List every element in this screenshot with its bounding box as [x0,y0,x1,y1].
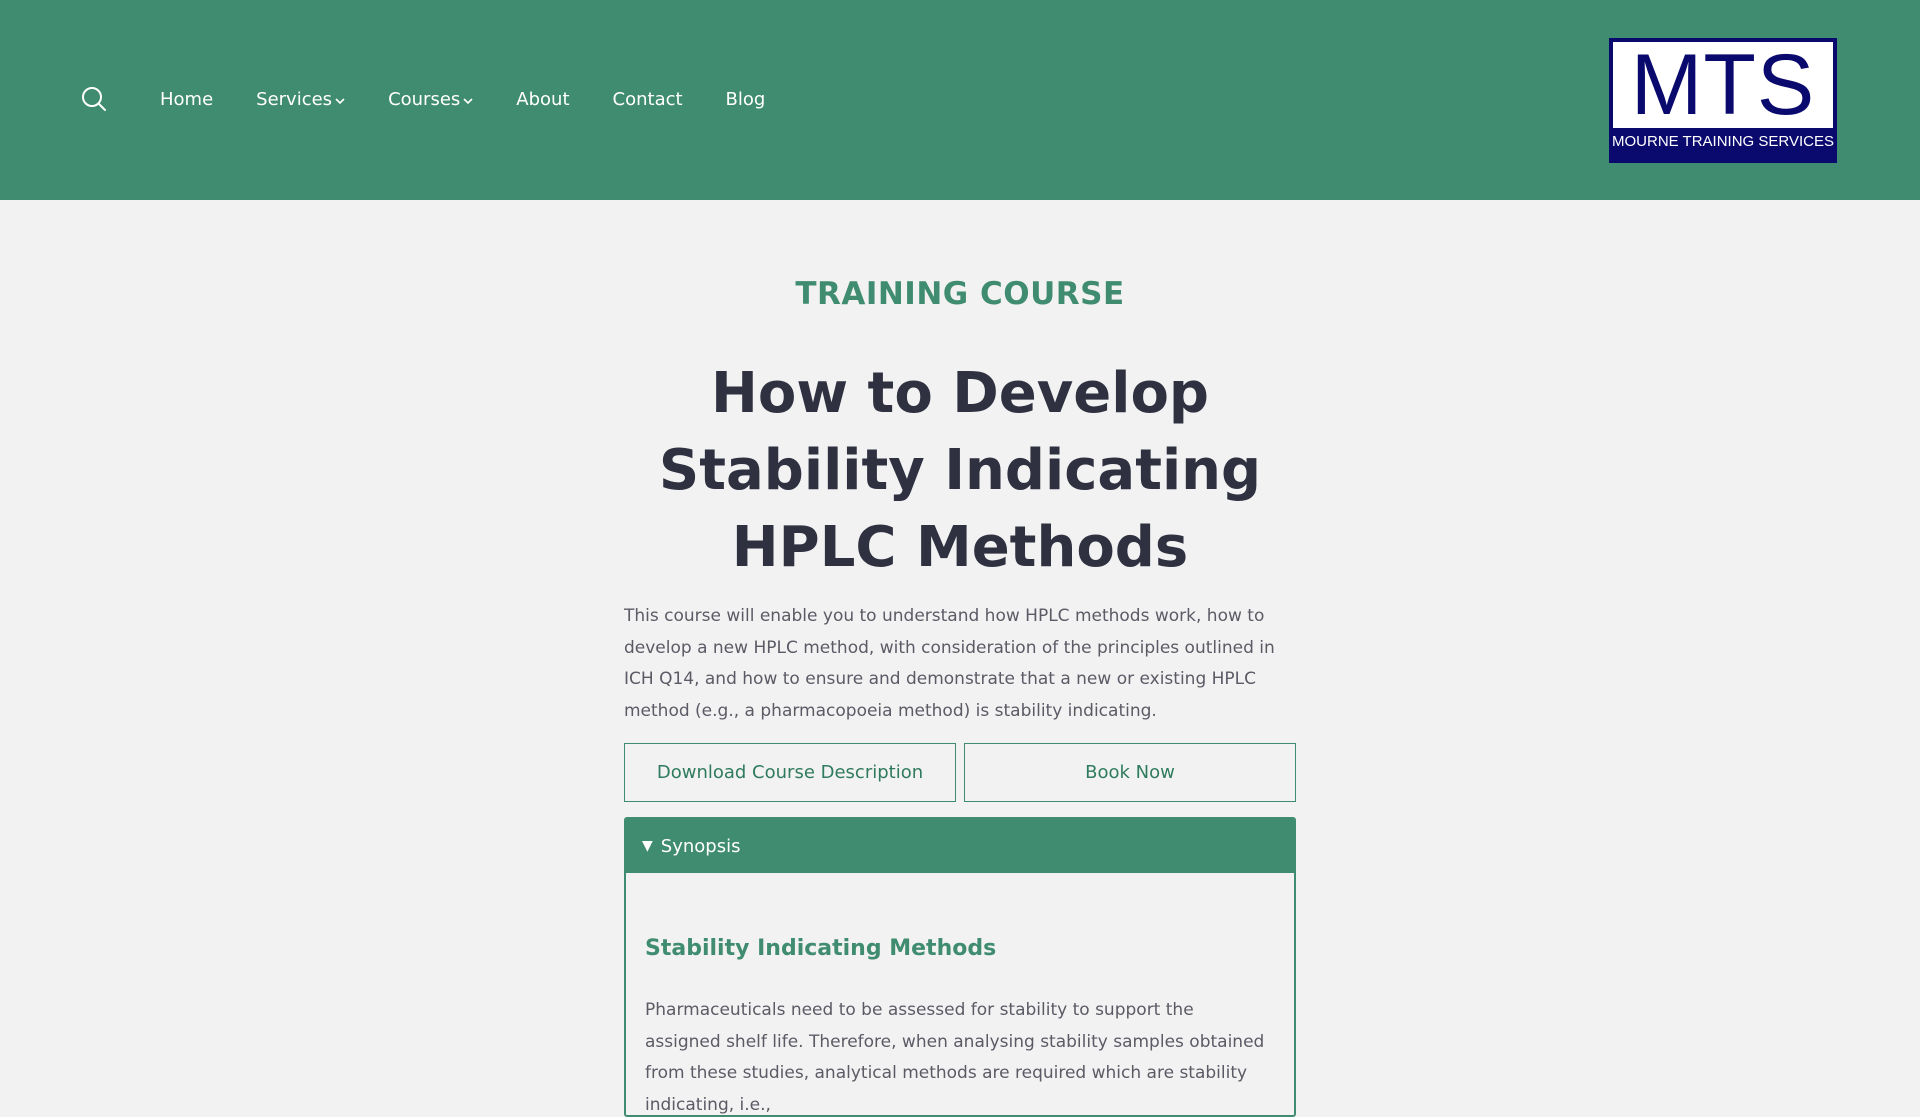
nav-contact-label: Contact [612,88,683,110]
logo-tagline: MOURNE TRAINING SERVICES [1612,133,1834,150]
search-icon [82,87,106,111]
nav-services-label: Services [256,88,333,110]
site-header: Home Services Courses About Contact Blog… [0,0,1920,200]
nav-blog[interactable]: Blog [726,89,766,110]
nav-services[interactable]: Services [256,89,345,110]
nav-blog-label: Blog [725,88,766,110]
site-logo[interactable]: MTS MOURNE TRAINING SERVICES [1609,38,1837,163]
download-course-description-button[interactable]: Download Course Description [624,743,956,802]
synopsis-toggle[interactable]: ▼ Synopsis [626,819,1294,873]
nav-home-label: Home [160,88,214,110]
main-nav: Home Services Courses About Contact Blog [160,85,808,113]
logo-mark-box: MTS [1613,42,1833,128]
synopsis-label: Synopsis [660,835,741,857]
course-eyebrow: TRAINING COURSE [795,276,1125,312]
chevron-down-icon [463,98,473,105]
logo-mark: MTS [1630,37,1816,133]
synopsis-text: Pharmaceuticals need to be assessed for … [645,1000,1265,1115]
nav-courses-label: Courses [388,88,461,110]
chevron-down-icon [335,98,345,105]
nav-about-label: About [516,88,570,110]
synopsis-heading: Stability Indicating Methods [645,936,997,961]
triangle-down-icon: ▼ [642,838,653,854]
search-button[interactable] [80,85,108,113]
nav-contact[interactable]: Contact [613,89,683,110]
course-intro: This course will enable you to understan… [624,606,1275,721]
book-now-button[interactable]: Book Now [964,743,1296,802]
synopsis-accordion: ▼ Synopsis Stability Indicating Methods … [624,817,1296,1117]
nav-courses[interactable]: Courses [388,89,473,110]
page-title: How to Develop Stability Indicating HPLC… [658,361,1262,580]
nav-home[interactable]: Home [160,89,213,110]
nav-about[interactable]: About [516,89,569,110]
